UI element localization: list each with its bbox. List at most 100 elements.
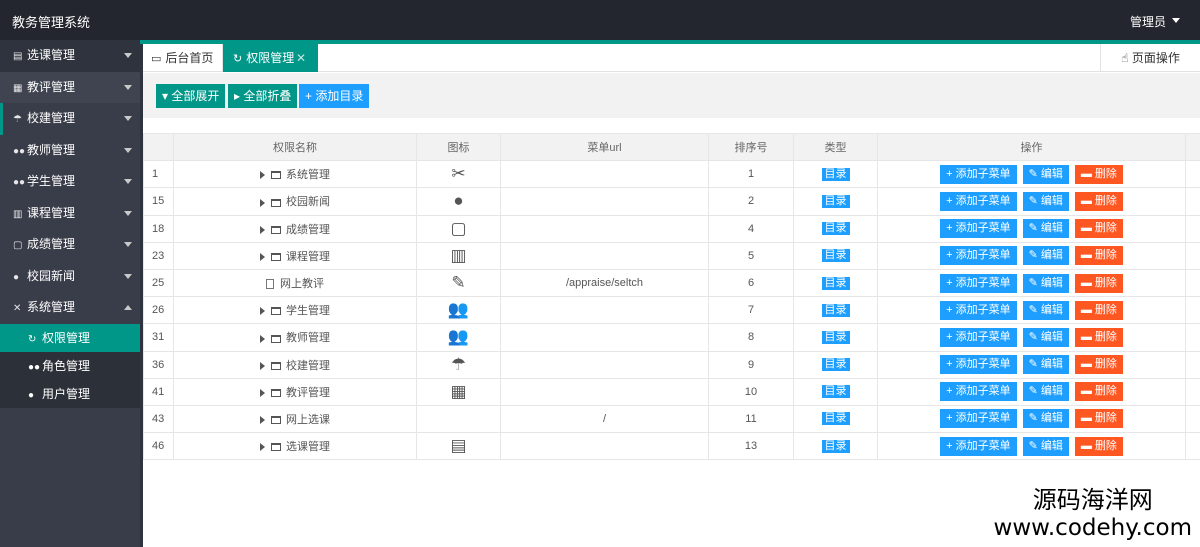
add-submenu-button[interactable]: + 添加子菜单 xyxy=(940,409,1017,429)
add-submenu-button[interactable]: + 添加子菜单 xyxy=(940,246,1017,266)
delete-button[interactable]: ▬ 删除 xyxy=(1074,327,1123,347)
add-submenu-button[interactable]: + 添加子菜单 xyxy=(940,382,1017,402)
row-name: 学生管理 xyxy=(286,305,330,318)
add-submenu-button[interactable]: + 添加子菜单 xyxy=(940,436,1017,456)
edit-button[interactable]: ✎ 编辑 xyxy=(1022,355,1069,375)
user-menu[interactable]: 管理员 xyxy=(1130,13,1166,30)
row-icon-cell: 👥 xyxy=(416,323,501,352)
row-actions: + 添加子菜单 ✎ 编辑 ▬ 删除 xyxy=(877,187,1186,216)
plus-icon: + xyxy=(946,330,953,343)
caret-right-icon[interactable] xyxy=(260,252,265,261)
app-title: 教务管理系统 xyxy=(12,15,91,30)
sidebar-item-evaluation[interactable]: ▦ 教评管理 xyxy=(0,71,140,103)
edit-button[interactable]: ✎ 编辑 xyxy=(1022,382,1069,402)
row-name: 系统管理 xyxy=(286,169,330,182)
caret-right-icon[interactable] xyxy=(260,198,265,207)
caret-right-icon[interactable] xyxy=(260,388,265,397)
row-actions: + 添加子菜单 ✎ 编辑 ▬ 删除 xyxy=(877,160,1186,189)
add-submenu-button[interactable]: + 添加子菜单 xyxy=(940,327,1017,347)
type-badge: 目录 xyxy=(821,385,850,399)
delete-button[interactable]: ▬ 删除 xyxy=(1074,191,1123,211)
sidebar-subitem-users[interactable]: ● 用户管理 xyxy=(0,379,140,408)
caret-right-icon[interactable] xyxy=(260,416,265,425)
sidebar-item-campus-build[interactable]: ☂ 校建管理 xyxy=(0,103,140,135)
sidebar-item-courses[interactable]: ▥ 课程管理 xyxy=(0,198,140,230)
add-directory-button[interactable]: + 添加目录 xyxy=(299,84,370,108)
collapse-all-button[interactable]: ▸ 全部折叠 xyxy=(228,84,298,108)
folder-window-icon xyxy=(271,198,281,207)
clipboard-icon: ▢ xyxy=(450,218,467,238)
sidebar-item-news[interactable]: ● 校园新闻 xyxy=(0,261,140,293)
trash-icon: ▬ xyxy=(1080,194,1092,207)
delete-button[interactable]: ▬ 删除 xyxy=(1074,300,1123,320)
edit-button[interactable]: ✎ 编辑 xyxy=(1022,409,1069,429)
sidebar-item-system[interactable]: ✕ 系统管理 xyxy=(0,292,140,324)
edit-button[interactable]: ✎ 编辑 xyxy=(1022,273,1069,293)
chevron-down-icon[interactable] xyxy=(1172,18,1180,23)
row-spacer xyxy=(1185,187,1200,216)
table-row: 23 课程管理 ▥ 5 目录 + 添加子菜单 ✎ 编辑 ▬ 删除 xyxy=(143,241,1200,270)
close-icon[interactable]: ✕ xyxy=(296,44,306,72)
edit-button[interactable]: ✎ 编辑 xyxy=(1022,191,1069,211)
caret-right-icon[interactable] xyxy=(260,361,265,370)
delete-button[interactable]: ▬ 删除 xyxy=(1074,273,1123,293)
chevron-down-icon xyxy=(124,116,132,121)
delete-button[interactable]: ▬ 删除 xyxy=(1074,436,1123,456)
row-name: 教师管理 xyxy=(286,332,330,345)
chevron-down-icon xyxy=(124,147,132,153)
delete-button[interactable]: ▬ 删除 xyxy=(1074,164,1123,184)
pencil-icon: ✎ xyxy=(1028,439,1038,452)
caret-right-icon[interactable] xyxy=(260,225,265,234)
caret-right-icon[interactable] xyxy=(260,334,265,343)
expand-all-button[interactable]: ▾ 全部展开 xyxy=(156,84,226,108)
delete-button[interactable]: ▬ 删除 xyxy=(1074,382,1123,402)
delete-button[interactable]: ▬ 删除 xyxy=(1074,219,1123,239)
sidebar-subitem-roles[interactable]: ●● 角色管理 xyxy=(0,351,140,380)
type-badge: 目录 xyxy=(821,222,850,236)
row-url: /appraise/seltch xyxy=(500,268,709,298)
caret-right-icon[interactable] xyxy=(260,307,265,316)
delete-button[interactable]: ▬ 删除 xyxy=(1074,409,1123,429)
row-url xyxy=(500,187,709,216)
table-row: 43 网上选课 /11 目录 + 添加子菜单 ✎ 编辑 ▬ 删除 xyxy=(143,404,1200,434)
add-submenu-button[interactable]: + 添加子菜单 xyxy=(940,191,1017,211)
edit-button[interactable]: ✎ 编辑 xyxy=(1022,300,1069,320)
users-icon: ●● xyxy=(13,145,26,157)
edit-button[interactable]: ✎ 编辑 xyxy=(1022,246,1069,266)
sidebar-item-course-selection[interactable]: ▤ 选课管理 xyxy=(0,40,140,72)
row-name-cell: 校园新闻 xyxy=(173,187,417,216)
row-actions: + 添加子菜单 ✎ 编辑 ▬ 删除 xyxy=(877,268,1186,298)
row-id: 41 xyxy=(143,377,174,406)
row-url xyxy=(500,296,709,325)
sidebar-item-students[interactable]: ●● 学生管理 xyxy=(0,166,140,198)
delete-button[interactable]: ▬ 删除 xyxy=(1074,355,1123,375)
add-submenu-button[interactable]: + 添加子菜单 xyxy=(940,164,1017,184)
folder-window-icon xyxy=(271,252,281,261)
edit-button[interactable]: ✎ 编辑 xyxy=(1022,164,1069,184)
users-icon: ●● xyxy=(13,177,26,188)
add-submenu-button[interactable]: + 添加子菜单 xyxy=(940,273,1017,293)
add-submenu-button[interactable]: + 添加子菜单 xyxy=(940,300,1017,320)
sidebar-item-teachers[interactable]: ●● 教师管理 xyxy=(0,135,140,167)
sidebar-subitem-permissions[interactable]: ↻ 权限管理 xyxy=(0,323,140,352)
edit-button[interactable]: ✎ 编辑 xyxy=(1022,327,1069,347)
refresh-icon: ↻ xyxy=(233,53,243,65)
add-submenu-button[interactable]: + 添加子菜单 xyxy=(940,355,1017,375)
sidebar-item-grades[interactable]: ▢ 成绩管理 xyxy=(0,229,140,261)
page-operations-button[interactable]: ☝ 页面操作 xyxy=(1100,44,1200,72)
row-sort: 1 xyxy=(708,160,794,189)
add-submenu-button[interactable]: + 添加子菜单 xyxy=(940,219,1017,239)
clipboard-icon: ▢ xyxy=(13,240,23,251)
edit-button[interactable]: ✎ 编辑 xyxy=(1022,219,1069,239)
edit-button[interactable]: ✎ 编辑 xyxy=(1022,436,1069,456)
hand-pointer-icon: ☝ xyxy=(1121,51,1129,65)
tab-permissions[interactable]: ↻ 权限管理 ✕ xyxy=(223,44,318,72)
row-name-cell: 系统管理 xyxy=(173,160,417,189)
pencil-icon: ✎ xyxy=(1028,303,1038,316)
caret-right-icon[interactable] xyxy=(260,443,265,452)
chevron-down-icon xyxy=(124,210,132,216)
tab-home[interactable]: ▭ 后台首页 xyxy=(143,44,223,72)
row-url xyxy=(500,214,709,243)
caret-right-icon[interactable] xyxy=(260,171,265,180)
delete-button[interactable]: ▬ 删除 xyxy=(1074,246,1123,266)
